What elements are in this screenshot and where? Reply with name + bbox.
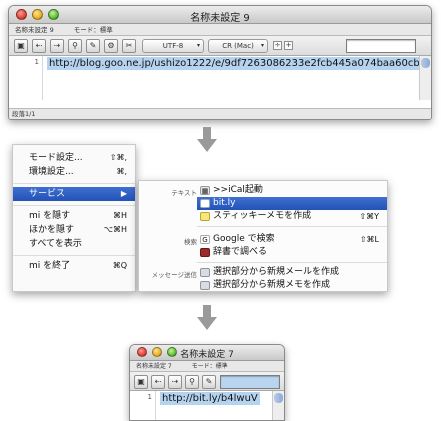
vertical-scrollbar[interactable] — [272, 391, 284, 420]
category-text: テキスト — [171, 189, 197, 197]
info-bar: 名称未設定 7 モード：標準 — [130, 361, 284, 372]
search-icon[interactable]: ⚲ — [185, 375, 199, 389]
menu-separator — [13, 255, 135, 256]
scroll-thumb[interactable] — [274, 393, 283, 403]
application-menu: モード設定... ⇧⌘, 環境設定... ⌘, サービス ▶ mi を隠す ⌘H… — [12, 144, 136, 292]
find-prev-icon[interactable]: ⇠ — [32, 39, 46, 53]
menu-item-preferences[interactable]: 環境設定... ⌘, — [13, 165, 135, 179]
menu-item-services[interactable]: サービス ▶ — [13, 187, 135, 201]
ical-icon: ▦ — [200, 186, 210, 195]
line-number-gutter: 1 — [130, 391, 156, 420]
service-sticky-note[interactable]: スティッキーメモを作成 ⇧⌘Y — [197, 210, 387, 223]
find-prev-icon[interactable]: ⇠ — [151, 375, 165, 389]
window-title: 名称未設定 7 — [180, 350, 234, 360]
menu-separator — [197, 226, 387, 227]
menu-separator — [13, 205, 135, 206]
memo-icon — [200, 281, 210, 290]
title-bar[interactable]: 名称未設定 7 — [130, 345, 284, 361]
document-name: 名称未設定 9 — [15, 26, 54, 34]
toolbar: ▣ ⇠ ⇢ ⚲ ✎ — [130, 372, 284, 391]
mode-label[interactable]: モード：標準 — [74, 26, 113, 34]
find-next-icon[interactable]: ⇢ — [50, 39, 64, 53]
service-new-memo[interactable]: 選択部分から新規メモを作成 — [197, 279, 387, 292]
mail-icon — [200, 268, 210, 277]
down-arrow-icon — [197, 305, 217, 331]
encoding-select[interactable]: UTF-8 ▾ — [142, 39, 204, 53]
document-name: 名称未設定 7 — [136, 363, 172, 370]
sticky-note-icon — [200, 212, 210, 221]
window-title: 名称未設定 9 — [190, 13, 250, 24]
status-bar: 段落1/1 — [9, 108, 431, 119]
tool-icon[interactable]: ✎ — [202, 375, 216, 389]
line-number-gutter: 1 — [9, 56, 43, 100]
selected-url-text[interactable]: http://blog.goo.ne.jp/ushizo1222/e/9df72… — [47, 57, 422, 70]
save-icon[interactable]: ▣ — [134, 375, 148, 389]
selected-url-text[interactable]: http://bit.ly/b4lwuV — [160, 392, 260, 405]
google-icon: G — [200, 235, 210, 244]
multi-file-search-icon[interactable]: ⚙ — [104, 39, 118, 53]
menu-item-hide-mi[interactable]: mi を隠す ⌘H — [13, 209, 135, 223]
title-bar[interactable]: 名称未設定 9 — [9, 6, 431, 24]
dictionary-icon — [200, 248, 210, 257]
service-ical[interactable]: ▦ >>iCal起動 — [197, 184, 387, 197]
category-search: 検索 — [184, 238, 197, 246]
save-icon[interactable]: ▣ — [14, 39, 28, 53]
increase-button[interactable]: + — [284, 41, 293, 50]
vertical-scrollbar[interactable] — [419, 56, 431, 100]
service-new-mail[interactable]: 選択部分から新規メールを作成 — [197, 266, 387, 279]
menu-item-hide-others[interactable]: ほかを隠す ⌥⌘H — [13, 223, 135, 237]
search-input[interactable] — [346, 39, 416, 53]
decrease-button[interactable]: ÷ — [273, 41, 282, 50]
menu-item-quit-mi[interactable]: mi を終了 ⌘Q — [13, 259, 135, 273]
down-arrow-icon — [197, 127, 217, 153]
menu-separator — [197, 262, 387, 263]
editor-window-2: 名称未設定 7 名称未設定 7 モード：標準 ▣ ⇠ ⇢ ⚲ ✎ 1 http:… — [129, 344, 285, 421]
editor-window-1: 名称未設定 9 名称未設定 9 モード：標準 ▣ ⇠ ⇢ ⚲ ✎ ⚙ ✂ UTF… — [8, 5, 432, 120]
bitly-icon — [200, 199, 210, 208]
find-next-icon[interactable]: ⇢ — [168, 375, 182, 389]
text-editor[interactable]: 1 http://bit.ly/b4lwuV — [130, 391, 284, 420]
line-ending-select[interactable]: CR (Mac) ▾ — [208, 39, 268, 53]
service-google-search[interactable]: G Google で検索 ⇧⌘L — [197, 233, 387, 246]
tool-icon[interactable]: ✎ — [86, 39, 100, 53]
search-icon[interactable]: ⚲ — [68, 39, 82, 53]
mode-label[interactable]: モード：標準 — [192, 363, 228, 370]
category-message: メッセージ送信 — [151, 271, 197, 279]
text-editor[interactable]: 1 http://blog.goo.ne.jp/ushizo1222/e/9df… — [9, 56, 431, 100]
service-dictionary[interactable]: 辞書で調べる — [197, 246, 387, 259]
scroll-thumb[interactable] — [421, 58, 430, 68]
info-bar: 名称未設定 9 モード：標準 — [9, 24, 431, 36]
replace-icon[interactable]: ✂ — [122, 39, 136, 53]
search-input[interactable] — [220, 375, 280, 389]
services-submenu: テキスト ▦ >>iCal起動 bit.ly スティッキーメモを作成 ⇧⌘Y 検… — [138, 180, 388, 292]
menu-separator — [13, 183, 135, 184]
menu-item-show-all[interactable]: すべてを表示 — [13, 237, 135, 251]
toolbar: ▣ ⇠ ⇢ ⚲ ✎ ⚙ ✂ UTF-8 ▾ CR (Mac) ▾ ÷ + — [9, 36, 431, 56]
menu-item-mode-settings[interactable]: モード設定... ⇧⌘, — [13, 151, 135, 165]
service-bitly[interactable]: bit.ly — [197, 197, 387, 210]
